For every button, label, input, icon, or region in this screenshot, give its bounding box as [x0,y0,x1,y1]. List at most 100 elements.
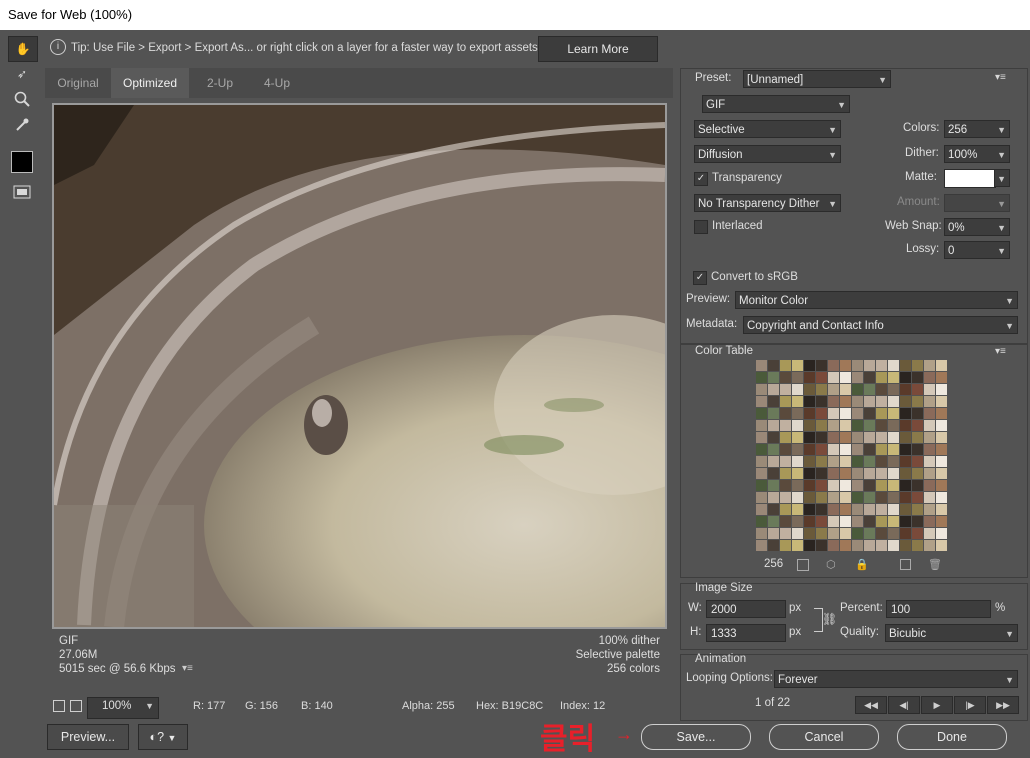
color-swatch[interactable] [792,480,804,492]
color-swatch[interactable] [888,372,900,384]
preset-select[interactable]: [Unnamed] ▼ [743,70,891,88]
color-swatch[interactable] [912,492,924,504]
color-swatch[interactable] [924,492,936,504]
color-swatch[interactable] [852,372,864,384]
color-swatch[interactable] [828,432,840,444]
color-swatch[interactable] [780,444,792,456]
download-speed-menu-icon[interactable]: ▾≡ [182,663,193,674]
color-swatch[interactable] [828,444,840,456]
color-swatch[interactable] [864,504,876,516]
color-swatch[interactable] [780,480,792,492]
color-swatch[interactable] [936,432,948,444]
tab-optimized[interactable]: Optimized [111,68,189,98]
color-swatch[interactable] [756,420,768,432]
color-swatch[interactable] [900,528,912,540]
color-swatch[interactable] [876,372,888,384]
color-swatch[interactable] [768,528,780,540]
height-input[interactable]: 1333 [706,624,786,642]
color-swatch[interactable] [912,360,924,372]
color-swatch[interactable] [804,420,816,432]
color-swatch[interactable] [804,468,816,480]
transparency-checkbox[interactable]: ✓ [694,172,708,186]
color-swatch[interactable] [864,420,876,432]
color-swatch[interactable] [876,468,888,480]
color-swatch[interactable] [876,384,888,396]
color-swatch[interactable] [768,516,780,528]
color-swatch[interactable] [924,384,936,396]
color-swatch[interactable] [900,540,912,552]
color-swatch[interactable] [816,480,828,492]
color-swatch[interactable] [876,492,888,504]
color-swatch[interactable] [924,516,936,528]
zoom-out-icon[interactable] [53,700,65,712]
color-swatch[interactable] [864,540,876,552]
color-swatch[interactable] [828,456,840,468]
color-swatch[interactable] [828,372,840,384]
color-swatch[interactable] [888,444,900,456]
color-swatch[interactable] [840,396,852,408]
color-swatch[interactable] [840,504,852,516]
color-swatch[interactable] [840,360,852,372]
matte-menu[interactable]: ▼ [994,169,1010,187]
color-swatch[interactable] [756,528,768,540]
optimized-image-preview[interactable] [52,103,667,629]
color-swatch[interactable] [840,540,852,552]
color-swatch[interactable] [816,492,828,504]
color-swatch[interactable] [804,372,816,384]
color-swatch[interactable] [924,504,936,516]
done-button[interactable]: Done [897,724,1007,750]
color-table-grid[interactable] [756,360,948,552]
color-swatch[interactable] [924,528,936,540]
color-swatch[interactable] [924,432,936,444]
color-swatch[interactable] [936,492,948,504]
color-swatch[interactable] [780,492,792,504]
dither-amount-select[interactable]: 100% ▼ [944,145,1010,163]
color-swatch[interactable] [756,504,768,516]
color-swatch[interactable] [888,432,900,444]
color-swatch[interactable] [912,456,924,468]
color-swatch[interactable] [864,408,876,420]
color-swatch[interactable] [780,396,792,408]
color-swatch[interactable] [912,396,924,408]
matte-color-swatch[interactable] [944,169,996,188]
color-swatch[interactable] [852,516,864,528]
color-swatch[interactable] [768,444,780,456]
color-swatch[interactable] [768,360,780,372]
color-swatch[interactable] [840,384,852,396]
color-swatch[interactable] [936,396,948,408]
color-swatch[interactable] [936,480,948,492]
color-swatch[interactable] [756,408,768,420]
color-swatch[interactable] [876,408,888,420]
color-swatch[interactable] [936,444,948,456]
color-swatch[interactable] [804,480,816,492]
color-swatch[interactable] [756,516,768,528]
color-swatch[interactable] [888,420,900,432]
color-swatch[interactable] [912,504,924,516]
color-swatch[interactable] [828,468,840,480]
color-swatch[interactable] [792,384,804,396]
preview-color-select[interactable]: Monitor Color ▼ [735,291,1018,309]
color-swatch[interactable] [936,528,948,540]
color-swatch[interactable] [792,504,804,516]
eyedropper-color-swatch[interactable] [8,150,36,174]
color-swatch[interactable] [852,528,864,540]
color-swatch[interactable] [840,444,852,456]
width-input[interactable]: 2000 [706,600,786,618]
color-swatch[interactable] [900,372,912,384]
color-swatch[interactable] [852,480,864,492]
tab-2-up[interactable]: 2-Up [189,68,251,98]
play-button[interactable]: ▶ [921,696,953,714]
color-swatch[interactable] [900,420,912,432]
color-swatch[interactable] [804,456,816,468]
new-color-icon[interactable] [900,559,911,570]
color-swatch[interactable] [936,420,948,432]
color-swatch[interactable] [852,456,864,468]
color-swatch[interactable] [804,444,816,456]
color-swatch[interactable] [900,432,912,444]
color-swatch[interactable] [888,396,900,408]
color-swatch[interactable] [804,504,816,516]
cancel-button[interactable]: Cancel [769,724,879,750]
color-swatch[interactable] [804,516,816,528]
color-swatch[interactable] [780,504,792,516]
color-swatch[interactable] [840,468,852,480]
